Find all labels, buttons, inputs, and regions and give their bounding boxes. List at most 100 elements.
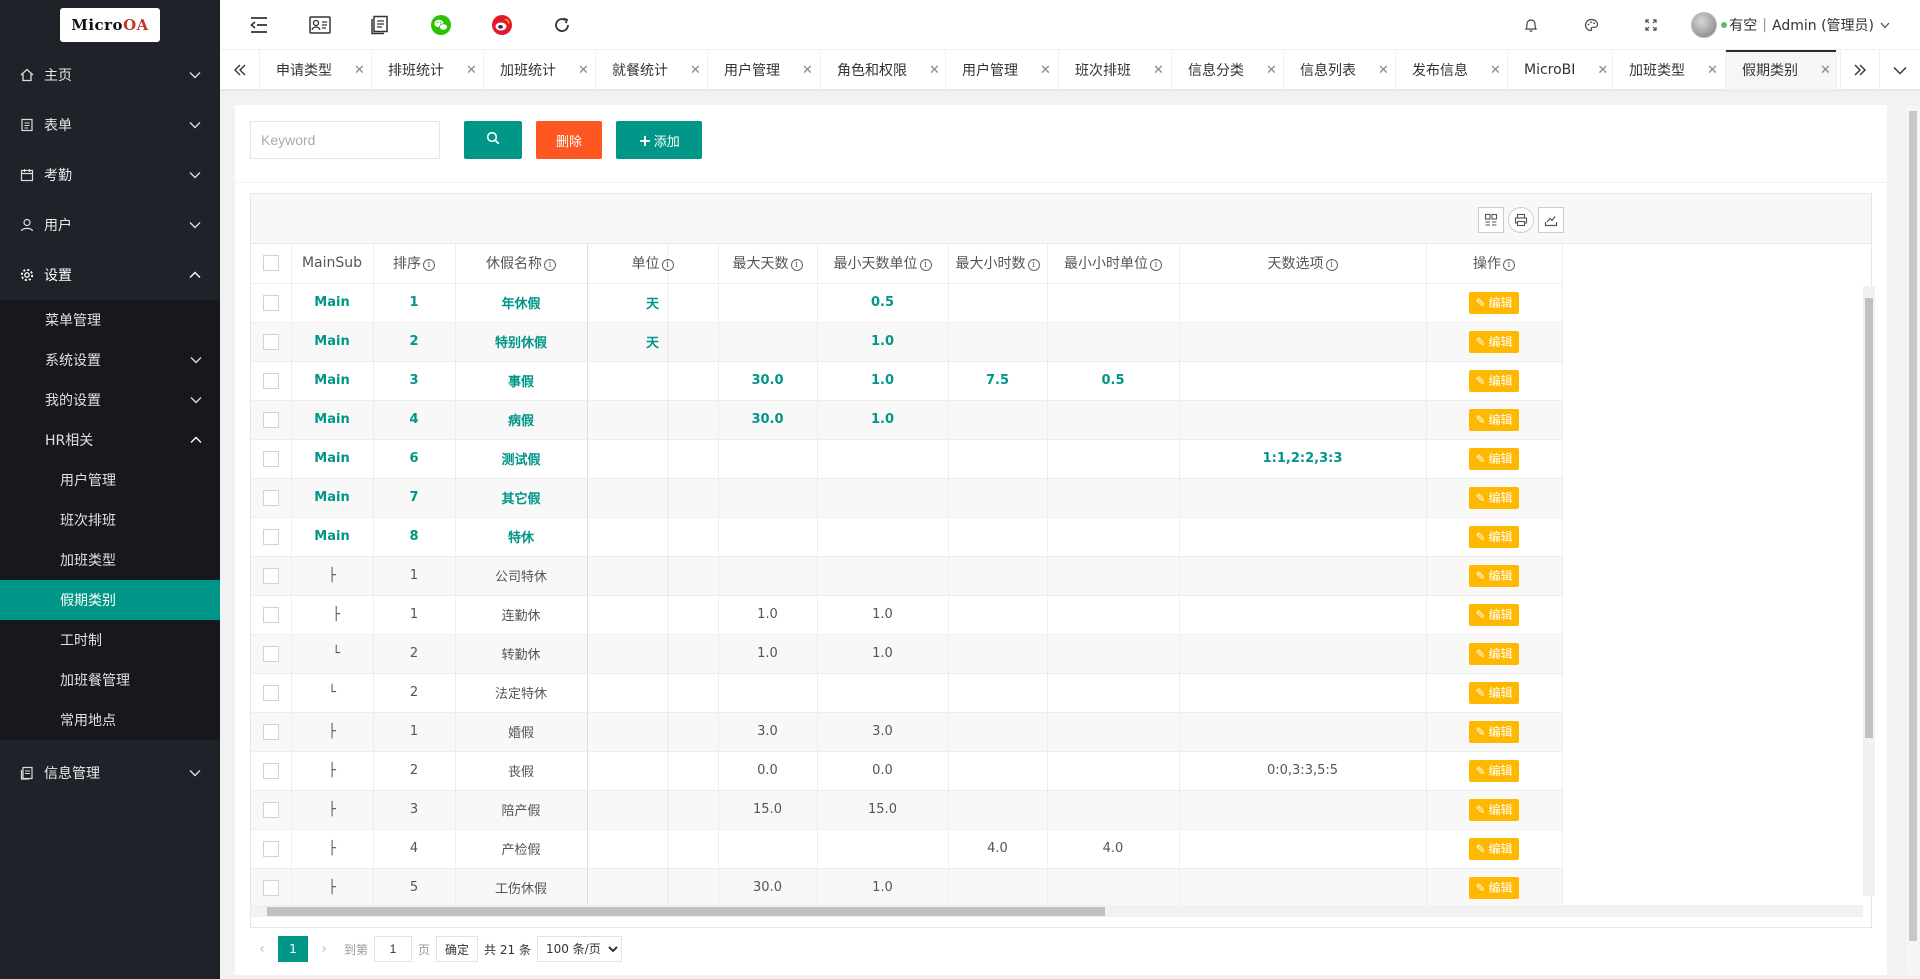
sidebar-item-menu-management[interactable]: 菜单管理 [0, 300, 220, 340]
sidebar-item-my-settings[interactable]: 我的设置 [0, 380, 220, 420]
info-icon[interactable]: i [1503, 259, 1515, 272]
table-row[interactable]: ├ 1 婚假 3.0 3.0 ✎ 编辑 [251, 712, 1563, 752]
sidebar-item-info-management[interactable]: 信息管理 [0, 748, 220, 798]
tab[interactable]: MicroBI ✕ [1508, 50, 1613, 90]
edit-button[interactable]: ✎ 编辑 [1469, 642, 1519, 665]
row-checkbox[interactable] [262, 294, 279, 311]
edit-button[interactable]: ✎ 编辑 [1469, 525, 1519, 548]
edit-button[interactable]: ✎ 编辑 [1469, 603, 1519, 626]
user-menu[interactable]: 有空 | Admin (管理员) [1681, 0, 1920, 50]
tab[interactable]: 用户管理 ✕ [946, 50, 1059, 90]
close-icon[interactable]: ✕ [1707, 63, 1718, 78]
edit-button[interactable]: ✎ 编辑 [1469, 681, 1519, 704]
close-icon[interactable]: ✕ [354, 63, 365, 78]
export-icon[interactable] [1538, 207, 1564, 233]
scrollbar-thumb[interactable] [1865, 298, 1873, 738]
print-icon[interactable] [1508, 207, 1534, 233]
tab[interactable]: 班次排班 ✕ [1059, 50, 1172, 90]
close-icon[interactable]: ✕ [802, 63, 813, 78]
column-header[interactable]: 天数选项 i [1179, 244, 1427, 284]
edit-button[interactable]: ✎ 编辑 [1469, 486, 1519, 509]
table-row[interactable]: ├ 3 陪产假 15.0 15.0 ✎ 编辑 [251, 790, 1563, 830]
search-button[interactable] [464, 121, 522, 159]
row-checkbox[interactable] [262, 606, 279, 623]
keyword-search-input[interactable] [250, 121, 440, 159]
table-row[interactable]: Main 6 测试假 1:1,2:2,3:3 ✎ 编辑 [251, 439, 1563, 479]
document-list-icon[interactable] [368, 13, 392, 37]
edit-button[interactable]: ✎ 编辑 [1469, 447, 1519, 470]
column-header[interactable]: 排序 i [373, 244, 456, 284]
table-row[interactable]: Main 2 特别休假天 1.0 ✎ 编辑 [251, 322, 1563, 362]
tab[interactable]: 信息分类 ✕ [1172, 50, 1284, 90]
add-button[interactable]: + 添加 [616, 121, 702, 159]
edit-button[interactable]: ✎ 编辑 [1469, 759, 1519, 782]
tabs-menu-chevron-icon[interactable] [1880, 50, 1920, 90]
row-checkbox[interactable] [262, 489, 279, 506]
close-icon[interactable]: ✕ [1378, 63, 1389, 78]
tab[interactable]: 申请类型 ✕ [260, 50, 372, 90]
table-row[interactable]: ├ 4 产检假 4.0 4.0 ✎ 编辑 [251, 829, 1563, 869]
sidebar-item-settings[interactable]: 设置 [0, 250, 220, 300]
tab[interactable]: 发布信息 ✕ [1396, 50, 1508, 90]
column-header[interactable]: 最小小时单位 i [1047, 244, 1180, 284]
sidebar-item-overtime-types[interactable]: 加班类型 [0, 540, 220, 580]
close-icon[interactable]: ✕ [1266, 63, 1277, 78]
edit-button[interactable]: ✎ 编辑 [1469, 330, 1519, 353]
page-size-select[interactable]: 100 条/页 [536, 936, 622, 962]
sidebar-item-shift-schedule[interactable]: 班次排班 [0, 500, 220, 540]
wechat-icon[interactable] [429, 13, 453, 37]
column-header[interactable]: MainSub [291, 244, 374, 284]
table-row[interactable]: Main 4 病假 30.0 1.0 ✎ 编辑 [251, 400, 1563, 440]
tab[interactable]: 就餐统计 ✕ [596, 50, 708, 90]
column-header[interactable]: 最大天数 i [718, 244, 818, 284]
goto-confirm-button[interactable]: 确定 [436, 936, 479, 962]
refresh-icon[interactable] [550, 13, 574, 37]
info-icon[interactable]: i [1027, 259, 1040, 272]
edit-button[interactable]: ✎ 编辑 [1469, 798, 1519, 821]
tab[interactable]: 角色和权限 ✕ [821, 50, 946, 90]
sidebar-item-users[interactable]: 用户 [0, 200, 220, 250]
close-icon[interactable]: ✕ [578, 63, 589, 78]
table-row[interactable]: ├ 2 丧假 0.0 0.0 0:0,3:3,5:5 ✎ 编辑 [251, 751, 1563, 791]
sidebar-item-home[interactable]: 主页 [0, 50, 220, 100]
sidebar-item-work-hours[interactable]: 工时制 [0, 620, 220, 660]
row-checkbox[interactable] [262, 567, 279, 584]
tab[interactable]: 排班统计 ✕ [372, 50, 484, 90]
close-icon[interactable]: ✕ [1490, 63, 1501, 78]
delete-button[interactable]: 删除 [536, 121, 602, 159]
row-checkbox[interactable] [262, 411, 279, 428]
sidebar-item-leave-categories[interactable]: 假期类别 [0, 580, 220, 620]
sidebar-item-hr-users[interactable]: 用户管理 [0, 460, 220, 500]
edit-button[interactable]: ✎ 编辑 [1469, 408, 1519, 431]
select-all-checkbox[interactable] [262, 255, 279, 272]
theme-palette-icon[interactable] [1561, 0, 1621, 50]
row-checkbox[interactable] [262, 684, 279, 701]
info-icon[interactable]: i [1150, 259, 1162, 272]
tabs-scroll-right-icon[interactable] [1840, 50, 1880, 90]
column-header[interactable]: 单位i [587, 244, 719, 284]
sidebar-item-attendance[interactable]: 考勤 [0, 150, 220, 200]
table-row[interactable]: └ 2 转勤休 1.0 1.0 ✎ 编辑 [251, 634, 1563, 674]
sidebar-item-hr[interactable]: HR相关 [0, 420, 220, 460]
edit-button[interactable]: ✎ 编辑 [1469, 564, 1519, 587]
edit-button[interactable]: ✎ 编辑 [1469, 369, 1519, 392]
row-checkbox[interactable] [262, 372, 279, 389]
table-row[interactable]: Main 1 年休假天 0.5 ✎ 编辑 [251, 283, 1563, 323]
close-icon[interactable]: ✕ [1597, 63, 1608, 78]
edit-button[interactable]: ✎ 编辑 [1469, 291, 1519, 314]
tab[interactable]: 假期类别 ✕ [1726, 50, 1837, 90]
table-row[interactable]: Main 3 事假 30.0 1.0 7.5 0.5 ✎ 编辑 [251, 361, 1563, 401]
table-row[interactable]: Main 7 其它假 ✎ 编辑 [251, 478, 1563, 518]
fullscreen-icon[interactable] [1621, 0, 1681, 50]
table-row[interactable]: ├ 5 工伤休假 30.0 1.0 ✎ 编辑 [251, 868, 1563, 908]
tab[interactable]: 信息列表 ✕ [1284, 50, 1396, 90]
scrollbar-thumb[interactable] [267, 907, 1105, 916]
edit-button[interactable]: ✎ 编辑 [1469, 720, 1519, 743]
sidebar-item-common-locations[interactable]: 常用地点 [0, 700, 220, 740]
bell-icon[interactable] [1501, 0, 1561, 50]
row-checkbox[interactable] [262, 450, 279, 467]
weibo-icon[interactable] [490, 13, 514, 37]
row-checkbox[interactable] [262, 333, 279, 350]
page-number-input[interactable] [374, 936, 413, 962]
tabs-scroll-left-icon[interactable] [220, 50, 260, 90]
